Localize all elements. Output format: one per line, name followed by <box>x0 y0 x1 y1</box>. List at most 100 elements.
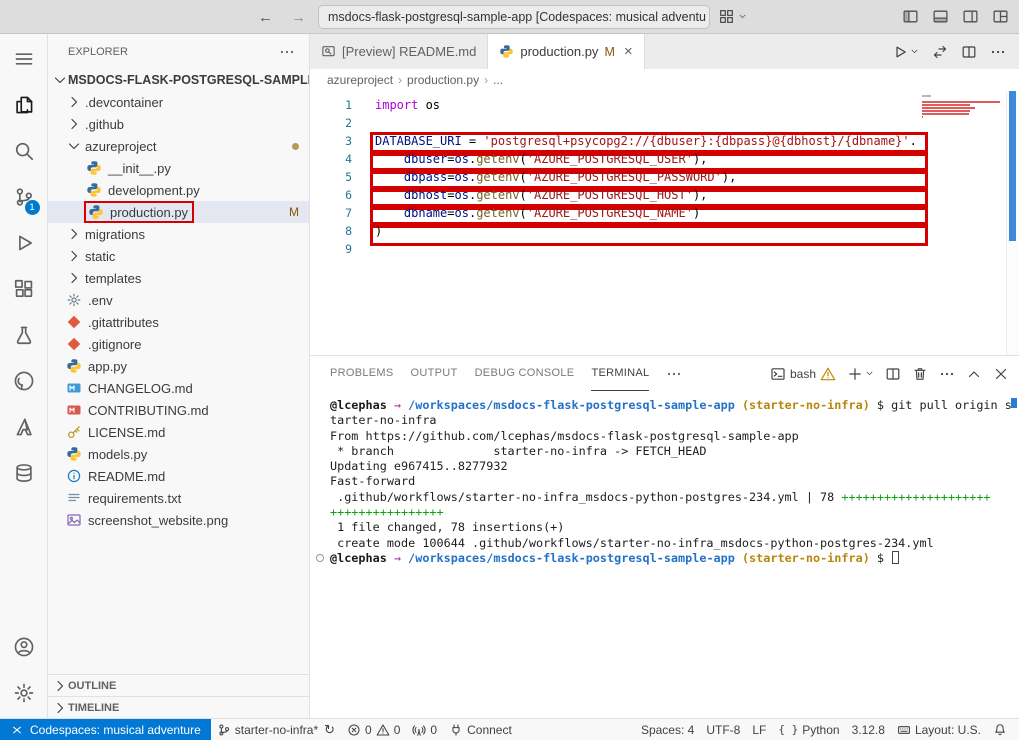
panel-tab-terminal[interactable]: TERMINAL <box>591 356 649 391</box>
activity-bar-item-azure[interactable] <box>0 404 48 450</box>
toggle-sidebar-icon[interactable] <box>902 8 919 25</box>
tree-item-templates[interactable]: templates <box>48 267 309 289</box>
code-editor[interactable]: 1import os23DATABASE_URI = 'postgresql+p… <box>310 91 1019 355</box>
command-center[interactable]: msdocs-flask-postgresql-sample-app [Code… <box>318 5 710 29</box>
terminal-more-icon[interactable] <box>939 366 955 382</box>
tree-item-production-py[interactable]: production.pyM <box>48 201 309 223</box>
code-line: 2 <box>310 114 1019 132</box>
indent-indicator[interactable]: Spaces: 4 <box>635 719 700 740</box>
terminal-shell-selector[interactable]: bash <box>770 366 836 382</box>
scrollbar[interactable] <box>1006 91 1019 355</box>
more-actions-icon[interactable] <box>990 44 1006 60</box>
warning-icon <box>820 366 836 382</box>
tree-item-gitignore[interactable]: .gitignore <box>48 333 309 355</box>
tree-item-migrations[interactable]: migrations <box>48 223 309 245</box>
codespaces-menu-button[interactable] <box>718 8 747 25</box>
python-icon <box>66 358 82 374</box>
breadcrumb-item-[interactable]: ... <box>493 73 503 87</box>
activity-bar-item-extensions[interactable] <box>0 266 48 312</box>
run-python-file-button[interactable] <box>892 44 919 60</box>
kill-terminal-icon[interactable] <box>912 366 928 382</box>
tree-item-screenshot-website-png[interactable]: screenshot_website.png <box>48 509 309 531</box>
problems-indicator[interactable]: 0 0 <box>341 719 406 740</box>
python-version-indicator[interactable]: 3.12.8 <box>846 719 891 740</box>
notifications-bell[interactable] <box>987 719 1013 740</box>
activity-bar-item-github[interactable] <box>0 358 48 404</box>
tree-item-changelog-md[interactable]: CHANGELOG.md <box>48 377 309 399</box>
toggle-panel-icon[interactable] <box>932 8 949 25</box>
keyboard-layout-indicator[interactable]: Layout: U.S. <box>891 719 987 740</box>
code-line: 3DATABASE_URI = 'postgresql+psycopg2://{… <box>310 132 1019 150</box>
tree-item-env[interactable]: .env <box>48 289 309 311</box>
file-tree[interactable]: MSDOCS-FLASK-POSTGRESQL-SAMPLE-... .devc… <box>48 69 309 674</box>
tree-item-license-md[interactable]: LICENSE.md <box>48 421 309 443</box>
tree-item-github[interactable]: .github <box>48 113 309 135</box>
tree-item-label: .gitignore <box>88 337 141 352</box>
close-panel-icon[interactable] <box>993 366 1009 382</box>
eol-indicator[interactable]: LF <box>746 719 772 740</box>
sidebar-section-outline[interactable]: OUTLINE <box>48 674 309 696</box>
minimap[interactable] <box>922 95 1004 122</box>
tab-readme-preview[interactable]: [Preview] README.md <box>310 34 488 69</box>
activity-bar-item-accounts[interactable] <box>0 624 48 670</box>
line-number: 8 <box>310 224 352 238</box>
tree-item-readme-md[interactable]: README.md <box>48 465 309 487</box>
tree-item-models-py[interactable]: models.py <box>48 443 309 465</box>
activity-bar-item-settings[interactable] <box>0 670 48 716</box>
branch-indicator[interactable]: starter-no-infra* ↻ <box>211 719 341 740</box>
split-terminal-icon[interactable] <box>885 366 901 382</box>
connect-button[interactable]: Connect <box>443 719 518 740</box>
language-indicator[interactable]: { } Python <box>772 719 845 740</box>
remote-indicator[interactable]: Codespaces: musical adventure <box>0 719 211 740</box>
customize-layout-icon[interactable] <box>992 8 1009 25</box>
tab-production-py[interactable]: production.py M × <box>488 34 644 69</box>
tree-item-contributing-md[interactable]: CONTRIBUTING.md <box>48 399 309 421</box>
tree-item-gitattributes[interactable]: .gitattributes <box>48 311 309 333</box>
breadcrumb-item-production-py[interactable]: production.py <box>407 73 479 87</box>
maximize-panel-icon[interactable] <box>966 366 982 382</box>
panel-header: PROBLEMS OUTPUT DEBUG CONSOLE TERMINAL bash <box>310 356 1019 391</box>
panel-tab-output[interactable]: OUTPUT <box>411 356 458 391</box>
activity-bar-item-menu[interactable] <box>0 36 48 82</box>
open-changes-icon[interactable] <box>932 44 948 60</box>
tree-item-development-py[interactable]: development.py <box>48 179 309 201</box>
tree-item-azureproject[interactable]: azureproject <box>48 135 309 157</box>
terminal[interactable]: @lcephas → /workspaces/msdocs-flask-post… <box>310 391 1019 718</box>
forward-button[interactable]: → <box>291 9 306 26</box>
split-editor-icon[interactable] <box>961 44 977 60</box>
line-number: 6 <box>310 188 352 202</box>
tree-item-static[interactable]: static <box>48 245 309 267</box>
panel-more-icon[interactable] <box>666 366 682 382</box>
panel-tab-debug-console[interactable]: DEBUG CONSOLE <box>475 356 575 391</box>
chevron-down-icon <box>738 12 747 21</box>
activity-bar-item-run-and-debug[interactable] <box>0 220 48 266</box>
activity-bar-item-testing[interactable] <box>0 312 48 358</box>
tree-root-folder[interactable]: MSDOCS-FLASK-POSTGRESQL-SAMPLE-... <box>48 69 309 91</box>
plug-icon <box>449 723 463 737</box>
tree-item-app-py[interactable]: app.py <box>48 355 309 377</box>
code-line: 6 dbhost=os.getenv('AZURE_POSTGRESQL_HOS… <box>310 186 1019 204</box>
breadcrumb-item-azureproject[interactable]: azureproject <box>327 73 393 87</box>
markdown-red-icon <box>66 402 82 418</box>
activity-bar-item-database[interactable] <box>0 450 48 496</box>
encoding-indicator[interactable]: UTF-8 <box>700 719 746 740</box>
breadcrumb[interactable]: azureproject›production.py›... <box>310 69 1019 91</box>
sidebar-section-timeline[interactable]: TIMELINE <box>48 696 309 718</box>
new-terminal-button[interactable] <box>847 366 874 382</box>
back-button[interactable]: ← <box>258 9 273 26</box>
terminal-cursor <box>892 551 899 564</box>
tree-item-requirements-txt[interactable]: requirements.txt <box>48 487 309 509</box>
activity-bar-item-explorer[interactable] <box>0 82 48 128</box>
tree-item-label: README.md <box>88 469 165 484</box>
layout-controls <box>902 8 1009 25</box>
views-more-icon[interactable] <box>279 44 295 60</box>
toggle-secondary-sidebar-icon[interactable] <box>962 8 979 25</box>
activity-bar-item-search[interactable] <box>0 128 48 174</box>
activity-bar-item-source-control[interactable]: 1 <box>0 174 48 220</box>
tree-item-devcontainer[interactable]: .devcontainer <box>48 91 309 113</box>
close-tab-icon[interactable]: × <box>624 43 633 60</box>
tree-item-init-py[interactable]: __init__.py <box>48 157 309 179</box>
panel-tab-problems[interactable]: PROBLEMS <box>330 356 394 391</box>
ports-indicator[interactable]: 0 <box>406 719 443 740</box>
shell-label: bash <box>790 367 816 381</box>
